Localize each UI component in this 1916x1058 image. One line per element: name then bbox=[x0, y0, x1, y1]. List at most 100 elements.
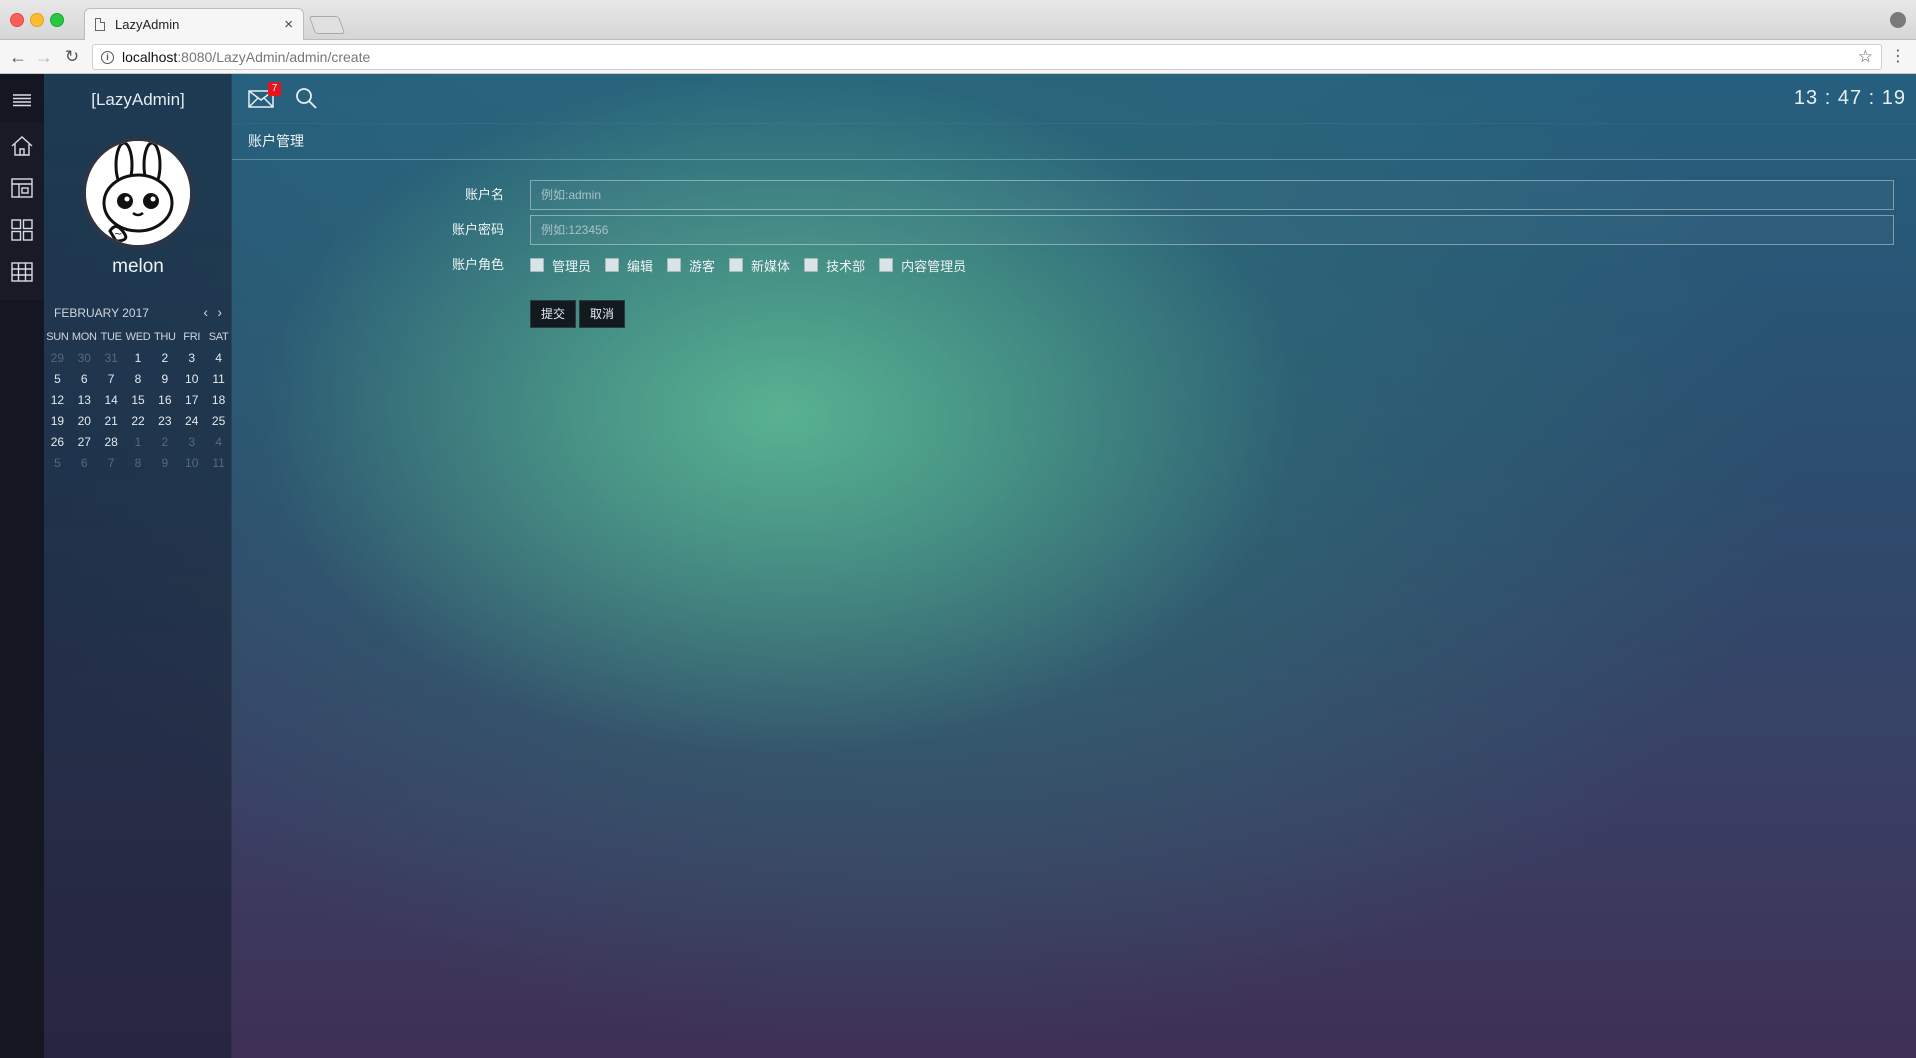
calendar-day-of-week: SAT bbox=[208, 331, 229, 343]
calendar-day[interactable]: 31 bbox=[98, 350, 125, 367]
account-name-row: 账户名 bbox=[232, 180, 1916, 210]
calendar-day[interactable]: 4 bbox=[205, 350, 232, 367]
calendar-day[interactable]: 7 bbox=[98, 371, 125, 388]
calendar-day[interactable]: 16 bbox=[151, 392, 178, 409]
calendar-day[interactable]: 1 bbox=[125, 434, 152, 451]
calendar-day[interactable]: 30 bbox=[71, 350, 98, 367]
roles-group: 管理员 编辑 游客 新媒体 技术部 内容管理员 bbox=[530, 250, 980, 280]
bookmark-star-icon[interactable]: ☆ bbox=[1858, 47, 1873, 67]
calendar-day[interactable]: 11 bbox=[205, 371, 232, 388]
chevron-left-icon[interactable]: ‹ bbox=[203, 304, 208, 320]
dashboard-icon[interactable] bbox=[10, 176, 34, 200]
calendar-day[interactable]: 11 bbox=[205, 455, 232, 472]
browser-menu-icon[interactable]: ⋮ bbox=[1890, 46, 1906, 66]
role-checkbox[interactable] bbox=[530, 258, 544, 272]
calendar-day[interactable]: 9 bbox=[151, 371, 178, 388]
home-icon[interactable] bbox=[10, 134, 34, 158]
calendar-day[interactable]: 1 bbox=[125, 350, 152, 367]
password-label: 账户密码 bbox=[451, 222, 504, 237]
new-tab-button[interactable] bbox=[308, 16, 346, 34]
calendar-day[interactable]: 19 bbox=[44, 413, 71, 430]
calendar-day[interactable]: 24 bbox=[178, 413, 205, 430]
maximize-window-button[interactable] bbox=[50, 13, 64, 27]
profile-icon[interactable] bbox=[1890, 12, 1906, 28]
account-name-label: 账户名 bbox=[464, 187, 504, 202]
calendar-day[interactable]: 21 bbox=[98, 413, 125, 430]
role-option[interactable]: 技术部 bbox=[804, 256, 865, 275]
calendar-day[interactable]: 14 bbox=[98, 392, 125, 409]
role-checkbox[interactable] bbox=[667, 258, 682, 272]
calendar-day[interactable]: 8 bbox=[125, 371, 152, 388]
avatar[interactable]: ~ bbox=[82, 137, 194, 249]
calendar-day-of-week: FRI bbox=[183, 331, 201, 343]
top-bar: 7 13 : 47 : 19 bbox=[232, 74, 1916, 124]
calendar-day[interactable]: 3 bbox=[178, 434, 205, 451]
role-checkbox[interactable] bbox=[605, 258, 620, 272]
calendar-month-title: FEBRUARY 2017 bbox=[54, 306, 149, 320]
calendar-day[interactable]: 2 bbox=[151, 434, 178, 451]
calendar-day[interactable]: 10 bbox=[178, 455, 205, 472]
browser-tab[interactable]: LazyAdmin × bbox=[84, 8, 304, 40]
calendar-day[interactable]: 23 bbox=[151, 413, 178, 430]
calendar-day[interactable]: 3 bbox=[178, 350, 205, 367]
role-option[interactable]: 新媒体 bbox=[729, 256, 790, 275]
browser-toolbar: ← → ↻ i localhost:8080/LazyAdmin/admin/c… bbox=[0, 40, 1916, 74]
grid-icon[interactable] bbox=[10, 218, 34, 242]
back-arrow-icon[interactable]: ← bbox=[8, 47, 28, 67]
cancel-button[interactable]: 取消 bbox=[579, 300, 626, 328]
calendar-day[interactable]: 12 bbox=[44, 392, 71, 409]
calendar-day[interactable]: 27 bbox=[71, 434, 98, 451]
calendar-day[interactable]: 2 bbox=[151, 350, 178, 367]
calendar-day[interactable]: 9 bbox=[151, 455, 178, 472]
calendar-day[interactable]: 20 bbox=[71, 413, 98, 430]
close-window-button[interactable] bbox=[10, 13, 24, 27]
role-label: 管理员 bbox=[552, 258, 592, 274]
browser-tab-bar: LazyAdmin × bbox=[0, 0, 1916, 40]
search-icon[interactable] bbox=[294, 86, 318, 110]
calendar-day-of-week: TUE bbox=[100, 331, 122, 343]
calendar-day[interactable]: 17 bbox=[178, 392, 205, 409]
calendar-grid: SUN MON TUE WED THU FRI SAT 29 30 31 1 2 3 4 5 6 7 8 9 10 11… bbox=[44, 329, 232, 472]
calendar-day[interactable]: 10 bbox=[178, 371, 205, 388]
role-option[interactable]: 管理员 bbox=[530, 256, 591, 275]
role-checkbox[interactable] bbox=[729, 258, 744, 272]
info-icon[interactable]: i bbox=[101, 50, 114, 64]
rabbit-avatar-image: ~ bbox=[86, 141, 190, 245]
calendar-day[interactable]: 13 bbox=[71, 392, 98, 409]
submit-button[interactable]: 提交 bbox=[530, 300, 577, 328]
table-icon[interactable] bbox=[10, 260, 34, 284]
forward-arrow-icon[interactable]: → bbox=[34, 47, 54, 67]
hamburger-icon[interactable] bbox=[10, 88, 34, 112]
calendar-day[interactable]: 5 bbox=[44, 455, 71, 472]
calendar-day[interactable]: 29 bbox=[44, 350, 71, 367]
calendar-day[interactable]: 4 bbox=[205, 434, 232, 451]
calendar-day[interactable]: 7 bbox=[98, 455, 125, 472]
role-option[interactable]: 游客 bbox=[667, 256, 715, 275]
sidebar: [LazyAdmin] ~ melon FEBRUARY 2017 ‹ › SU… bbox=[44, 74, 232, 1058]
account-name-input[interactable] bbox=[530, 180, 1894, 210]
document-icon bbox=[95, 18, 105, 31]
chevron-right-icon[interactable]: › bbox=[217, 304, 222, 320]
calendar-day[interactable]: 15 bbox=[125, 392, 152, 409]
role-checkbox[interactable] bbox=[804, 258, 819, 272]
calendar-day[interactable]: 6 bbox=[71, 455, 98, 472]
calendar-day[interactable]: 22 bbox=[125, 413, 152, 430]
calendar-day[interactable]: 18 bbox=[205, 392, 232, 409]
role-checkbox[interactable] bbox=[879, 258, 894, 272]
password-input[interactable] bbox=[530, 215, 1894, 245]
calendar-day[interactable]: 8 bbox=[125, 455, 152, 472]
brand-title[interactable]: [LazyAdmin] bbox=[44, 74, 232, 124]
calendar-day[interactable]: 25 bbox=[205, 413, 232, 430]
address-bar[interactable]: i localhost:8080/LazyAdmin/admin/create … bbox=[92, 44, 1882, 70]
calendar-day[interactable]: 26 bbox=[44, 434, 71, 451]
svg-text:~: ~ bbox=[114, 229, 122, 240]
calendar-day[interactable]: 5 bbox=[44, 371, 71, 388]
calendar-day[interactable]: 6 bbox=[71, 371, 98, 388]
minimize-window-button[interactable] bbox=[30, 13, 44, 27]
calendar-day[interactable]: 28 bbox=[98, 434, 125, 451]
role-option[interactable]: 内容管理员 bbox=[879, 256, 966, 275]
calendar-day-of-week: MON bbox=[71, 331, 97, 343]
role-option[interactable]: 编辑 bbox=[605, 256, 653, 275]
reload-icon[interactable]: ↻ bbox=[62, 47, 82, 67]
tab-close-button[interactable]: × bbox=[284, 16, 293, 33]
